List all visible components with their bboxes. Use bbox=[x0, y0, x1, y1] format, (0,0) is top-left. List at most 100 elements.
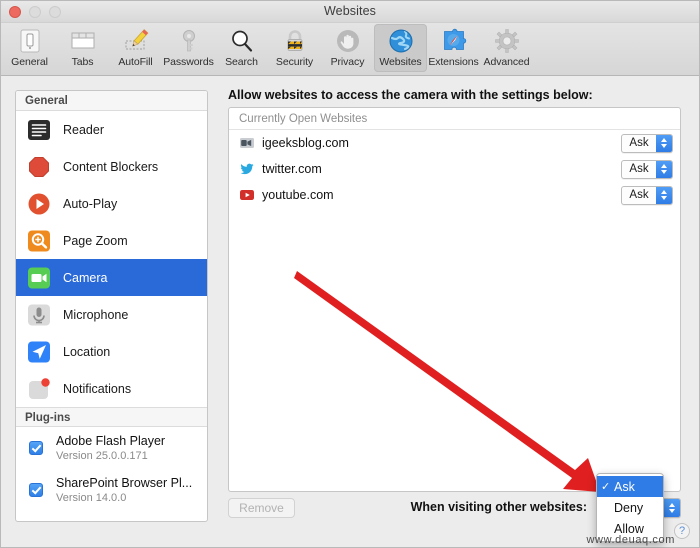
menu-item-label: Deny bbox=[614, 500, 644, 515]
menu-item-label: Ask bbox=[614, 479, 635, 494]
content-blockers-icon bbox=[27, 155, 51, 179]
sidebar-label-camera: Camera bbox=[63, 270, 108, 285]
notifications-icon bbox=[27, 377, 51, 401]
plugin-version: Version 25.0.0.171 bbox=[56, 449, 148, 462]
permission-dropdown-menu: ✓ Ask Deny Allow bbox=[596, 473, 664, 542]
security-icon bbox=[281, 27, 309, 55]
pane-description: Allow websites to access the camera with… bbox=[228, 88, 593, 102]
menu-item-ask[interactable]: ✓ Ask bbox=[597, 476, 663, 497]
toolbar-label-extensions: Extensions bbox=[428, 56, 479, 68]
toolbar-item-tabs[interactable]: Tabs bbox=[56, 24, 109, 72]
toolbar-item-privacy[interactable]: Privacy bbox=[321, 24, 374, 72]
sidebar-label-reader: Reader bbox=[63, 122, 104, 137]
remove-button[interactable]: Remove bbox=[228, 498, 295, 518]
sidebar-item-auto-play[interactable]: Auto-Play bbox=[16, 185, 207, 222]
sidebar-item-notifications[interactable]: Notifications bbox=[16, 370, 207, 407]
permission-popup-igeeksblog[interactable]: Ask bbox=[621, 133, 673, 153]
toolbar-label-tabs: Tabs bbox=[71, 56, 94, 68]
websites-list-panel: Currently Open Websites igeeksblog.com A… bbox=[228, 107, 681, 492]
search-icon bbox=[228, 27, 256, 55]
sidebar-item-reader[interactable]: Reader bbox=[16, 111, 207, 148]
chevron-updown-icon bbox=[656, 134, 672, 152]
toolbar-label-search: Search bbox=[225, 56, 258, 68]
websites-icon bbox=[387, 27, 415, 55]
sidebar-label-notifications: Notifications bbox=[63, 381, 132, 396]
toolbar-item-search[interactable]: Search bbox=[215, 24, 268, 72]
passwords-icon bbox=[175, 27, 203, 55]
checkmark-icon: ✓ bbox=[601, 481, 611, 493]
sidebar-label-auto-play: Auto-Play bbox=[63, 196, 118, 211]
help-button[interactable]: ? bbox=[674, 523, 690, 539]
site-domain: igeeksblog.com bbox=[262, 136, 349, 150]
window-titlebar: Websites bbox=[1, 1, 699, 23]
location-icon bbox=[27, 340, 51, 364]
site-domain: youtube.com bbox=[262, 188, 334, 202]
watermark-text: www.deuaq.com bbox=[586, 534, 675, 546]
websites-sidebar: General Reader Content Blockers Auto-Pla… bbox=[15, 90, 208, 522]
microphone-icon bbox=[27, 303, 51, 327]
twitter-favicon bbox=[239, 162, 254, 177]
auto-play-icon bbox=[27, 192, 51, 216]
sidebar-plugin-adobe-flash-player[interactable]: Adobe Flash Player Version 25.0.0.171 bbox=[16, 427, 207, 469]
page-zoom-icon bbox=[27, 229, 51, 253]
site-domain: twitter.com bbox=[262, 162, 322, 176]
sidebar-group-header-general: General bbox=[16, 91, 207, 111]
general-icon bbox=[16, 27, 44, 55]
plugin-checkbox-sharepoint-browser[interactable] bbox=[29, 483, 43, 497]
toolbar-item-general[interactable]: General bbox=[3, 24, 56, 72]
toolbar-label-passwords: Passwords bbox=[163, 56, 214, 68]
toolbar-label-websites: Websites bbox=[379, 56, 422, 68]
sidebar-group-header-plugins: Plug-ins bbox=[16, 407, 207, 427]
toolbar-item-advanced[interactable]: Advanced bbox=[480, 24, 533, 72]
toolbar-label-privacy: Privacy bbox=[330, 56, 365, 68]
sidebar-item-location[interactable]: Location bbox=[16, 333, 207, 370]
plugin-name: Adobe Flash Player bbox=[56, 433, 166, 448]
preferences-toolbar: General Tabs AutoFill Passwords Search S… bbox=[1, 23, 699, 76]
sidebar-label-content-blockers: Content Blockers bbox=[63, 159, 159, 174]
sidebar-item-content-blockers[interactable]: Content Blockers bbox=[16, 148, 207, 185]
sidebar-label-location: Location bbox=[63, 344, 111, 359]
chevron-updown-icon bbox=[664, 499, 680, 517]
tabs-icon bbox=[69, 27, 97, 55]
toolbar-item-security[interactable]: Security bbox=[268, 24, 321, 72]
chevron-updown-icon bbox=[656, 186, 672, 204]
sidebar-label-page-zoom: Page Zoom bbox=[63, 233, 128, 248]
toolbar-item-extensions[interactable]: Extensions bbox=[427, 24, 480, 72]
camera-icon bbox=[27, 266, 51, 290]
plugin-checkbox-adobe-flash-player[interactable] bbox=[29, 441, 43, 455]
toolbar-item-passwords[interactable]: Passwords bbox=[162, 24, 215, 72]
menu-item-deny[interactable]: Deny bbox=[597, 497, 663, 518]
toolbar-label-advanced: Advanced bbox=[483, 56, 530, 68]
sidebar-plugin-sharepoint-browser[interactable]: SharePoint Browser Pl... Version 14.0.0 bbox=[16, 469, 207, 511]
youtube-favicon bbox=[239, 188, 254, 203]
chevron-updown-icon bbox=[656, 160, 672, 178]
toolbar-label-general: General bbox=[11, 56, 48, 68]
table-row[interactable]: twitter.com Ask bbox=[229, 156, 680, 182]
permission-popup-twitter[interactable]: Ask bbox=[621, 159, 673, 179]
privacy-icon bbox=[334, 27, 362, 55]
extensions-icon bbox=[440, 27, 468, 55]
autofill-icon bbox=[122, 27, 150, 55]
sidebar-item-camera[interactable]: Camera bbox=[16, 259, 207, 296]
window-title: Websites bbox=[324, 4, 376, 18]
permission-popup-youtube[interactable]: Ask bbox=[621, 185, 673, 205]
toolbar-label-autofill: AutoFill bbox=[118, 56, 153, 68]
toolbar-item-websites[interactable]: Websites bbox=[374, 24, 427, 72]
permission-value: Ask bbox=[629, 137, 649, 149]
plugin-text-sharepoint-browser: SharePoint Browser Pl... Version 14.0.0 bbox=[56, 476, 192, 505]
permission-value: Ask bbox=[629, 189, 649, 201]
plugin-name: SharePoint Browser Pl... bbox=[56, 475, 193, 490]
toolbar-label-security: Security bbox=[275, 56, 314, 68]
table-row[interactable]: igeeksblog.com Ask bbox=[229, 130, 680, 156]
sidebar-item-microphone[interactable]: Microphone bbox=[16, 296, 207, 333]
toolbar-item-autofill[interactable]: AutoFill bbox=[109, 24, 162, 72]
screenshot-root: Websites General Tabs AutoFill Passwords… bbox=[0, 0, 700, 548]
websites-list-header: Currently Open Websites bbox=[229, 108, 680, 130]
sidebar-item-page-zoom[interactable]: Page Zoom bbox=[16, 222, 207, 259]
safari-preferences-window: Websites General Tabs AutoFill Passwords… bbox=[0, 0, 700, 548]
sidebar-label-microphone: Microphone bbox=[63, 307, 129, 322]
igeeksblog-favicon bbox=[239, 136, 254, 151]
table-row[interactable]: youtube.com Ask bbox=[229, 182, 680, 208]
reader-icon bbox=[27, 118, 51, 142]
when-visiting-label: When visiting other websites: bbox=[410, 500, 587, 514]
